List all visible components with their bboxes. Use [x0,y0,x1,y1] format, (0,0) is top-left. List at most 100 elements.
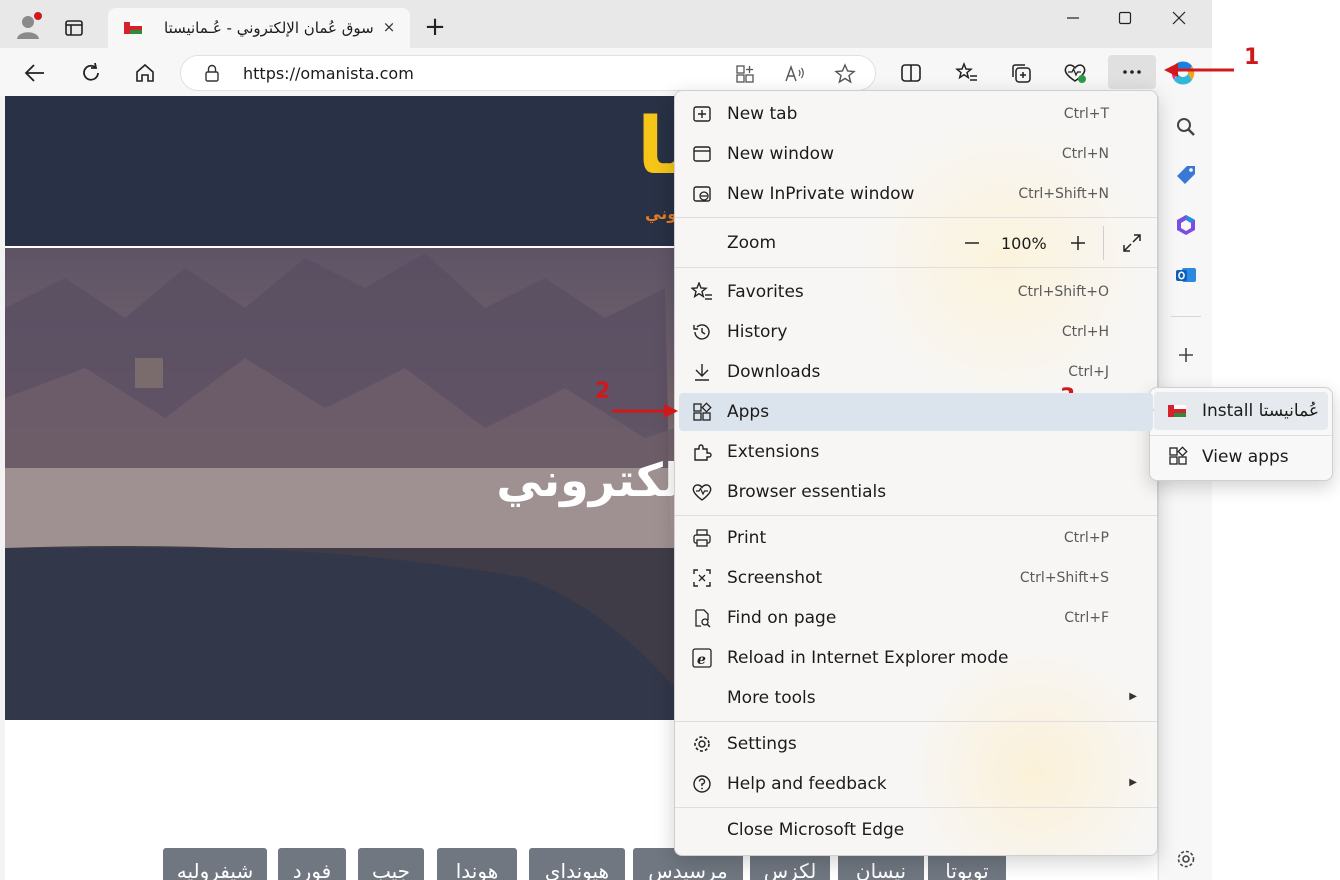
menu-item-screenshot[interactable]: Screenshot Ctrl+Shift+S [679,559,1153,597]
menu-item-settings[interactable]: Settings [679,725,1153,763]
new-tab-icon [691,103,713,125]
brand-button[interactable]: فورد [278,848,346,880]
menu-label: Reload in Internet Explorer mode [727,648,1009,668]
menu-shortcut: Ctrl+H [1061,324,1109,340]
menu-item-help-and-feedback[interactable]: Help and feedback ▶ [679,765,1153,803]
settings-and-more-menu: New tab Ctrl+T New window Ctrl+N New InP… [674,90,1158,856]
menu-item-downloads[interactable]: Downloads Ctrl+J [679,353,1153,391]
favorites-icon [691,281,713,303]
menu-item-new-inprivate-window[interactable]: New InPrivate window Ctrl+Shift+N [679,175,1153,213]
install-label: Install عُمانيستا [1202,401,1320,421]
tab-active[interactable]: سوق عُمان الإلكتروني - عُـمانيستا × [108,8,410,48]
print-icon [691,527,713,549]
maximize-button[interactable] [1102,0,1148,36]
menu-shortcut: Ctrl+Shift+S [1019,570,1109,586]
menu-label: Browser essentials [727,482,887,502]
browser-essentials-button[interactable] [1060,58,1090,88]
zoom-out-button[interactable] [957,228,987,258]
home-button[interactable] [130,58,160,88]
minus-icon [965,242,979,244]
menu-item-browser-essentials[interactable]: Browser essentials [679,473,1153,511]
close-icon [1172,11,1186,25]
close-window-button[interactable] [1156,0,1202,36]
sidebar-m365-button[interactable] [1171,210,1201,240]
heart-pulse-icon [1064,64,1086,83]
menu-item-find-on-page[interactable]: Find on page Ctrl+F [679,599,1153,637]
menu-label: Downloads [727,362,821,382]
menu-label: Help and feedback [727,774,887,794]
lock-icon[interactable] [203,64,221,82]
apps-icon [1168,446,1188,466]
tab-close-icon[interactable]: × [378,16,400,38]
downloads-icon [691,361,713,383]
menu-item-new-window[interactable]: New window Ctrl+N [679,135,1153,173]
split-screen-button[interactable] [896,58,926,88]
new-tab-button[interactable]: + [420,12,450,42]
install-site-as-app-item[interactable]: Install عُمانيستا [1154,392,1328,430]
favorites-list-icon [955,62,977,81]
tab-actions-button[interactable] [60,14,88,42]
menu-item-new-tab[interactable]: New tab Ctrl+T [679,95,1153,133]
fullscreen-icon [1123,234,1141,252]
sidebar-shopping-button[interactable] [1171,160,1201,190]
menu-item-favorites[interactable]: Favorites Ctrl+Shift+O [679,273,1153,311]
menu-item-extensions[interactable]: Extensions [679,433,1153,471]
menu-label: Extensions [727,442,820,462]
menu-item-zoom: Zoom 100% [679,224,1153,262]
apps-icon [691,401,713,423]
back-button[interactable] [20,58,50,88]
sidebar-outlook-button[interactable] [1171,260,1201,290]
settings-and-more-button[interactable] [1108,55,1156,89]
menu-item-ie-mode[interactable]: e Reload in Internet Explorer mode [679,639,1153,677]
minimize-button[interactable] [1050,0,1096,36]
screenshot-icon [691,567,713,589]
submenu-separator [1150,435,1334,436]
fullscreen-button[interactable] [1117,228,1147,258]
zoom-in-button[interactable] [1063,228,1093,258]
menu-item-more-tools[interactable]: More tools ▶ [679,679,1153,717]
app-available-icon[interactable] [733,63,757,85]
menu-item-history[interactable]: History Ctrl+H [679,313,1153,351]
help-icon [691,773,713,795]
menu-shortcut: Ctrl+F [1064,610,1109,626]
collections-button[interactable] [1006,58,1036,88]
brand-button[interactable]: هوندا [437,848,517,880]
menu-label: Favorites [727,282,804,302]
menu-separator [675,515,1157,516]
submenu-arrow-icon: ▶ [1129,777,1137,788]
menu-item-close-edge[interactable]: Close Microsoft Edge [679,811,1153,849]
sidebar-search-button[interactable] [1171,112,1201,142]
menu-label: Apps [727,402,770,422]
svg-text:e: e [697,652,706,668]
sidebar-add-button[interactable] [1171,340,1201,370]
menu-separator [675,267,1157,268]
sidebar-settings-button[interactable] [1171,844,1201,874]
menu-separator [675,807,1157,808]
copilot-icon [1171,61,1195,85]
menu-shortcut: Ctrl+J [1068,364,1109,380]
brand-button[interactable]: جيب [358,848,424,880]
brand-button[interactable]: هيونداي [529,848,625,880]
annotation-number-1: 1 [1244,45,1260,70]
copilot-button[interactable] [1166,56,1200,90]
favorite-star-icon[interactable] [833,62,857,86]
read-aloud-icon[interactable] [783,63,807,85]
menu-separator [675,721,1157,722]
site-tagline: وني [645,204,678,223]
address-bar[interactable]: https://omanista.com [180,55,876,91]
brand-button[interactable]: شيفروليه [163,848,267,880]
menu-label: More tools [727,688,816,708]
menu-item-apps[interactable]: Apps [679,393,1153,431]
history-icon [691,321,713,343]
menu-item-print[interactable]: Print Ctrl+P [679,519,1153,557]
profile-button[interactable] [12,10,44,42]
refresh-button[interactable] [76,58,106,88]
submenu-arrow-icon: ▶ [1129,691,1137,702]
plus-icon [1179,348,1193,362]
gear-icon [691,733,713,755]
price-tag-icon [1177,166,1195,184]
ie-icon: e [691,647,713,669]
view-apps-item[interactable]: View apps [1154,438,1328,476]
home-icon [136,63,154,82]
favorites-button[interactable] [952,58,982,88]
